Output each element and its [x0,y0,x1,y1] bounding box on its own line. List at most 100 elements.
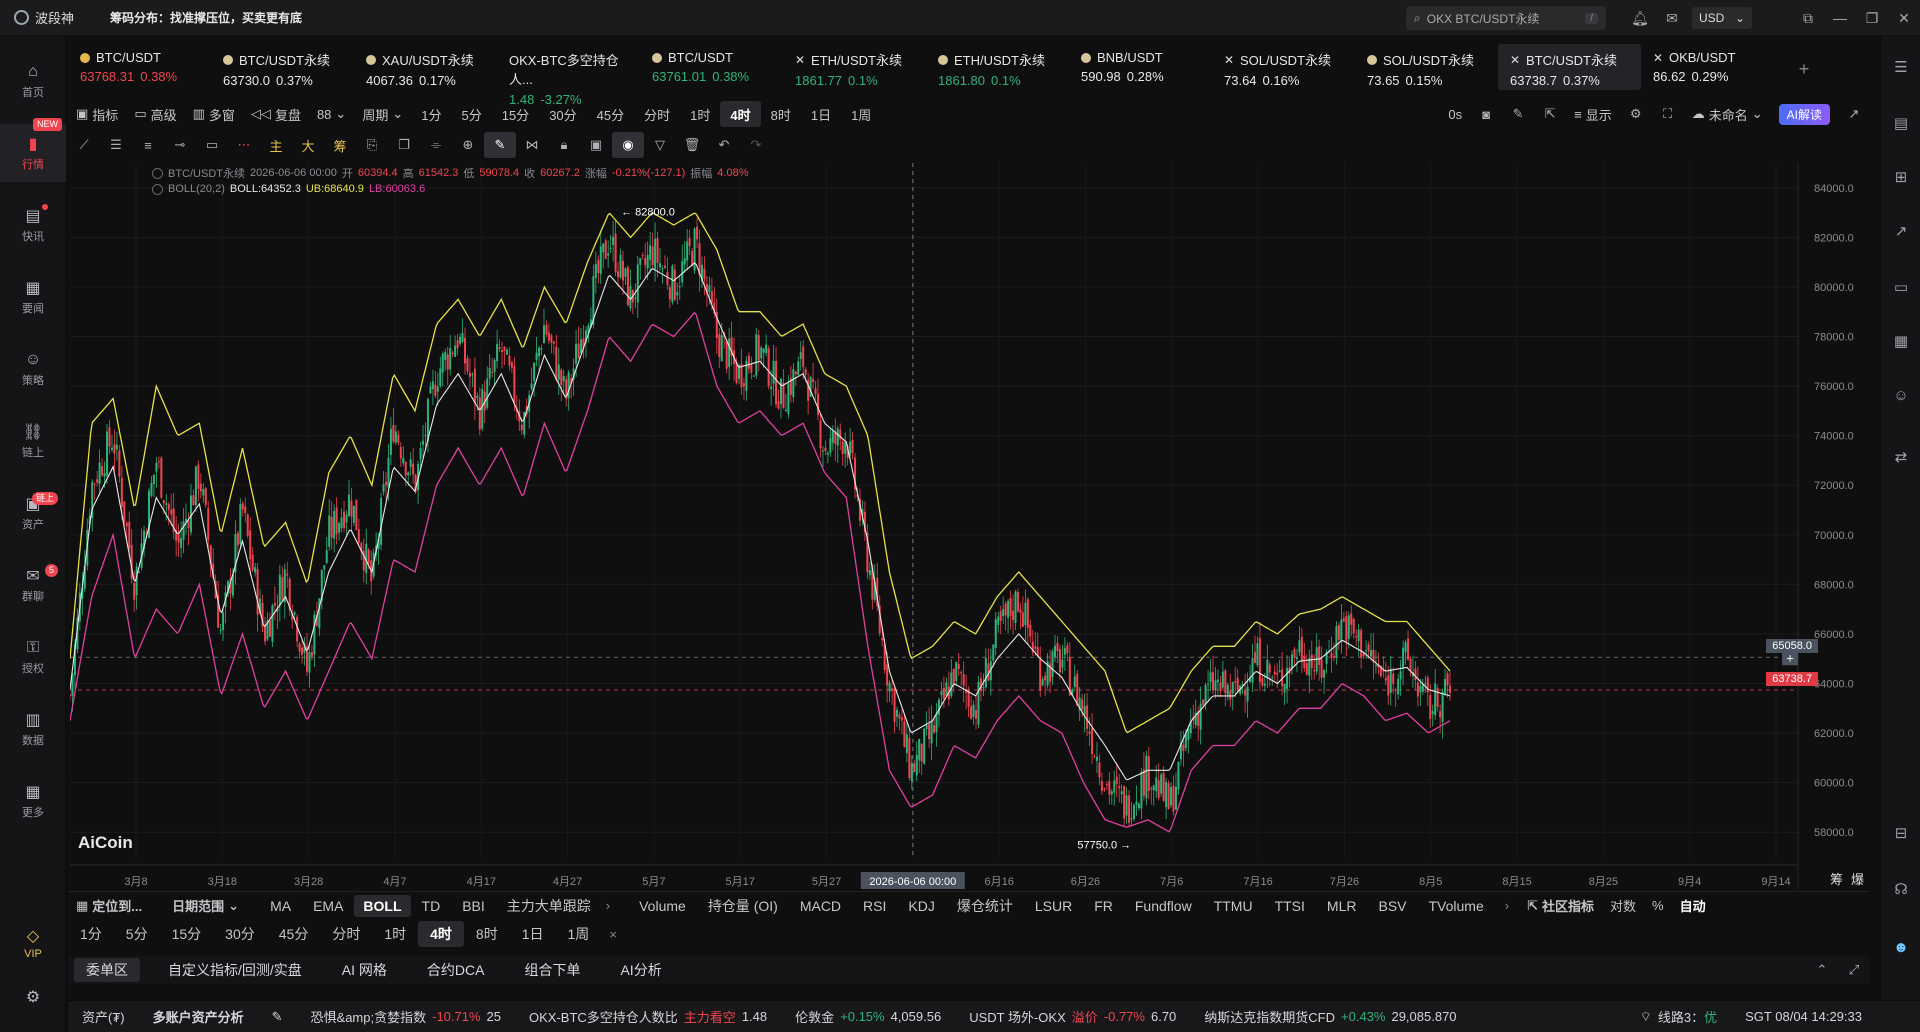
quick-period-option[interactable]: 8时 [464,921,510,947]
layout-select[interactable]: 88 ⌄ [309,101,354,127]
filter-icon[interactable]: ▽ [644,132,676,158]
indicator-button[interactable]: ▣ 指标 [68,101,126,127]
ticker-long-short[interactable]: OKX-BTC多空持仓人数比 主力看空 1.48 [515,1007,781,1026]
bell-icon[interactable]: 🔔︎ [1624,0,1656,36]
symbol-tab[interactable]: SOL/USDT永续 73.65 0.15% [1355,44,1498,90]
sub-indicator-option[interactable]: Fundflow [1124,898,1203,914]
locate-button[interactable]: ▦ 定位到... [68,893,150,919]
ruler-icon[interactable]: ⌯ [420,132,452,158]
quick-large[interactable]: 大 [292,132,324,158]
expand-icon[interactable]: ⤢ [1838,957,1870,983]
date-range-select[interactable]: 日期范围 ⌄ [164,893,247,919]
popout-icon[interactable]: ⧉ [1792,0,1824,36]
log-scale-toggle[interactable]: 对数 [1602,893,1644,919]
period-option[interactable]: 4时 [720,101,761,127]
symbol-tab[interactable]: BTC/USDT 63761.01 0.38% [640,44,783,90]
symbol-tab[interactable]: BNB/USDT 590.98 0.28% [1069,44,1212,90]
etf-icon[interactable]: ▦ [1881,326,1920,356]
symbol-tab[interactable]: BTC/USDT永续 63730.0 0.37% [211,44,354,90]
sidebar-item-1[interactable]: ▮ 行情 NEW [0,118,66,182]
line-tool-icon[interactable]: ⟋ [68,132,100,158]
chevron-up-icon[interactable]: ⌃ [1806,957,1838,983]
camera-icon[interactable]: ◙ [1470,101,1502,127]
settings-button[interactable]: ⚙ [0,968,66,1026]
period-option[interactable]: 1时 [680,101,720,127]
sub-indicator-option[interactable]: LSUR [1024,898,1083,914]
trend-icon[interactable]: ↗ [1881,216,1920,246]
period-option[interactable]: 5分 [451,101,491,127]
hline-tool-icon[interactable]: ☰ [100,132,132,158]
rect-tool-icon[interactable]: ▭ [196,132,228,158]
main-indicator-option[interactable]: TD [411,898,452,914]
quick-period-option[interactable]: 5分 [114,921,160,947]
zoom-icon[interactable]: ⊕ [452,132,484,158]
main-indicator-option[interactable]: 主力大单跟踪 [496,896,602,916]
assistant-icon[interactable]: ☻ [1881,932,1920,962]
app-slogan[interactable]: 筹码分布：找准撑压位，买卖更有底 [110,9,302,26]
panel-tab[interactable]: 委单区 [74,958,140,982]
main-indicator-option[interactable]: BBI [451,898,496,914]
main-indicator-option[interactable]: EMA [302,898,354,914]
symbol-tab[interactable]: BTC/USDT 63768.31 0.38% [68,44,211,90]
ai-interpret-button[interactable]: AI解读 [1771,101,1838,127]
chevron-right-icon[interactable]: › [1505,898,1509,913]
edit-icon[interactable]: ✎ [258,1009,297,1025]
sub-indicator-option[interactable]: 持仓量 (OI) [697,896,789,916]
multi-window-button[interactable]: ▥ 多窗 [185,101,243,127]
period-option[interactable]: 1日 [801,101,841,127]
sidebar-item-6[interactable]: ▣ 资产 链上 [0,484,66,542]
panel-toggle-icon[interactable]: ⊟ [1881,818,1920,848]
chart-canvas[interactable]: 84000.0 82000.0 80000.0 78000.0 76000.0 74000… [69,163,1870,890]
notes-icon[interactable]: ▤ [1881,108,1920,138]
sidebar-item-4[interactable]: ☺ 策略 [0,340,66,398]
quick-period-option[interactable]: 15分 [160,921,214,947]
symbol-tab[interactable]: OKX-BTC多空持仓人... 1.48 -3.27% [497,44,640,107]
replay-button[interactable]: ◁◁ 复盘 [243,101,309,127]
symbol-tab[interactable]: ✕ SOL/USDT永续 73.64 0.16% [1212,44,1355,90]
sidebar-item-7[interactable]: ✉ 群聊 5 [0,556,66,614]
symbol-tab[interactable]: XAU/USDT永续 4067.36 0.17% [354,44,497,90]
redo-icon[interactable]: ↷ [740,132,772,158]
eye-icon[interactable]: ◉ [612,132,644,158]
fullscreen-icon[interactable]: ⛶ [1652,101,1684,127]
quick-period-option[interactable]: 4时 [418,921,464,947]
magnet-icon[interactable]: ⋈ [516,132,548,158]
sub-indicator-option[interactable]: 爆仓统计 [946,896,1024,916]
sidebar-item-5[interactable]: ⛓ 链上 [0,412,66,470]
panel-tab[interactable]: AI 网格 [330,958,399,982]
monitor-icon[interactable]: ▭ [1881,272,1920,302]
ticker-usdt-otc[interactable]: USDT 场外-OKX 溢价 -0.77% 6.70 [955,1007,1190,1026]
period-option[interactable]: 1分 [411,101,451,127]
main-indicator-option[interactable]: MA [259,898,302,914]
ticker-nasdaq[interactable]: 纳斯达克指数期货CFD +0.43% 29,085.870 [1190,1007,1470,1026]
sub-indicator-option[interactable]: TVolume [1418,898,1495,914]
exchange-icon[interactable]: ⇄ [1881,442,1920,472]
quick-period-option[interactable]: 1日 [510,921,556,947]
period-option[interactable]: 30分 [539,101,586,127]
auto-scale-toggle[interactable]: 自动 [1672,893,1714,919]
period-option[interactable]: 45分 [587,101,634,127]
minimize-icon[interactable]: — [1824,0,1856,36]
connection-status[interactable]: ⌔ 线路3：优 [1626,1007,1731,1026]
symbol-tab[interactable]: ETH/USDT永续 1861.80 0.1% [926,44,1069,90]
sidebar-item-0[interactable]: ⌂ 首页 [0,52,66,110]
sub-indicator-option[interactable]: BSV [1367,898,1417,914]
period-select[interactable]: 周期 ⌄ [354,101,411,127]
price-chart[interactable]: 84000.0 82000.0 80000.0 78000.0 76000.0 74000… [69,163,1870,890]
period-option[interactable]: 15分 [492,101,539,127]
sub-indicator-option[interactable]: KDJ [897,898,945,914]
advanced-button[interactable]: ▭ 高级 [126,101,184,127]
quick-period-option[interactable]: 30分 [213,921,267,947]
display-button[interactable]: ≡ 显示 [1566,101,1620,127]
symbol-tab[interactable]: ✕ ETH/USDT永续 1861.77 0.1% [783,44,926,90]
layout-icon[interactable]: ☰ [1881,52,1920,82]
trash-icon[interactable]: 🗑︎ [676,132,708,158]
sub-indicator-option[interactable]: TTMU [1203,898,1264,914]
sub-indicator-option[interactable]: MLR [1316,898,1368,914]
ray-tool-icon[interactable]: ⊸ [164,132,196,158]
quick-period-option[interactable]: 分时 [320,921,372,947]
search-input[interactable]: ⌕ OKX BTC/USDT永续 / [1406,6,1606,30]
percent-toggle[interactable]: % [1644,893,1672,919]
share-icon[interactable]: ↗ [1838,101,1870,127]
assets-button[interactable]: 资产(₮) [68,1007,139,1026]
